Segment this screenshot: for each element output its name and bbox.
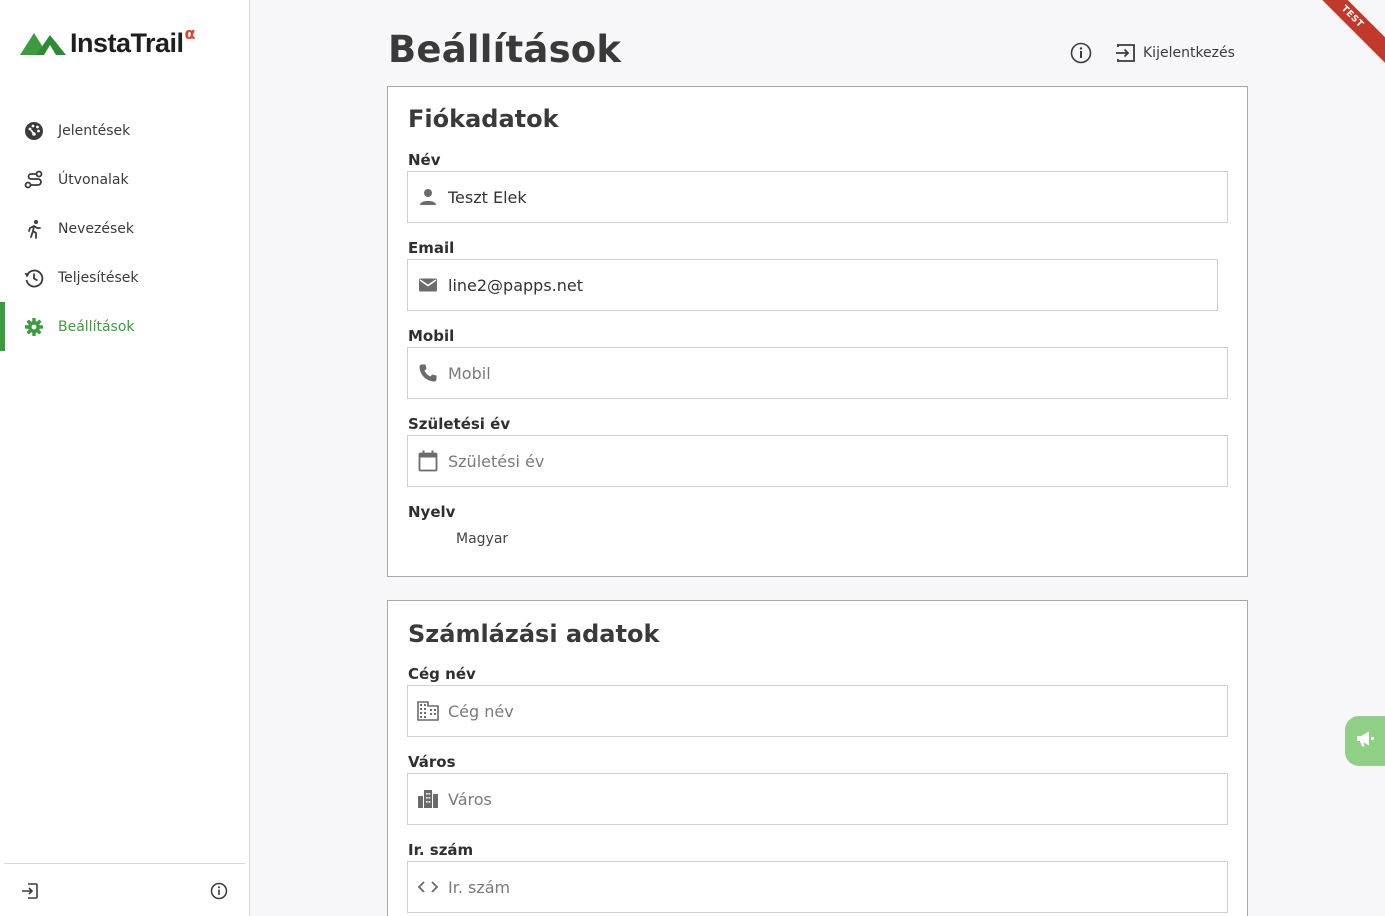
calendar-icon bbox=[417, 450, 439, 472]
sidebar-item-label: Útvonalak bbox=[58, 171, 129, 188]
company-name-field[interactable] bbox=[407, 685, 1228, 737]
sidebar-item-label: Jelentések bbox=[58, 122, 131, 139]
logout-icon[interactable] bbox=[20, 881, 40, 901]
mountain-logo-icon bbox=[20, 33, 66, 55]
language-select[interactable]: Magyar bbox=[456, 531, 508, 547]
building-icon bbox=[417, 700, 439, 722]
zip-input[interactable] bbox=[448, 877, 1208, 897]
sidebar-item-label: Teljesítések bbox=[58, 269, 139, 286]
app-logo-text: InstaTrail bbox=[70, 27, 184, 58]
sidebar-item-routes[interactable]: Útvonalak bbox=[0, 155, 249, 204]
sidebar-item-completions[interactable]: Teljesítések bbox=[0, 253, 249, 302]
logout-label: Kijelentkezés bbox=[1143, 45, 1235, 61]
language-label: Nyelv bbox=[408, 503, 456, 521]
sidebar-nav: Jelentések Útvonalak Nevezések Teljesíté… bbox=[0, 106, 249, 351]
sidebar-item-settings[interactable]: Beállítások bbox=[0, 302, 249, 351]
page-title: Beállítások bbox=[388, 28, 622, 71]
email-label: Email bbox=[408, 239, 455, 257]
city-input[interactable] bbox=[448, 789, 1208, 809]
gear-icon bbox=[24, 317, 44, 337]
megaphone-icon bbox=[1355, 730, 1375, 752]
route-icon bbox=[24, 170, 44, 190]
feedback-button[interactable] bbox=[1345, 716, 1385, 766]
sidebar-item-entries[interactable]: Nevezések bbox=[0, 204, 249, 253]
phone-icon bbox=[417, 362, 439, 384]
company-name-label: Cég név bbox=[408, 665, 476, 683]
name-field[interactable] bbox=[407, 171, 1228, 223]
mobile-input[interactable] bbox=[448, 363, 1208, 383]
birth-year-label: Születési év bbox=[408, 415, 511, 433]
sidebar: InstaTrail α Jelentések Útvonalak Nevezé… bbox=[0, 0, 250, 916]
company-name-input[interactable] bbox=[448, 701, 1208, 721]
billing-card-title: Számlázási adatok bbox=[408, 620, 660, 648]
birth-year-field[interactable] bbox=[407, 435, 1228, 487]
email-input[interactable] bbox=[448, 275, 1208, 295]
name-label: Név bbox=[408, 151, 441, 169]
account-card: Fiókadatok Név Email Mobil Születési év … bbox=[387, 86, 1248, 577]
info-icon[interactable] bbox=[209, 881, 229, 901]
mail-icon bbox=[417, 274, 439, 296]
city-field[interactable] bbox=[407, 773, 1228, 825]
email-field[interactable] bbox=[407, 259, 1218, 311]
sidebar-item-label: Nevezések bbox=[58, 220, 134, 237]
city-icon bbox=[417, 788, 439, 810]
mobile-field[interactable] bbox=[407, 347, 1228, 399]
runner-icon bbox=[24, 219, 44, 239]
code-icon bbox=[417, 876, 439, 898]
zip-field[interactable] bbox=[407, 861, 1228, 913]
mobile-label: Mobil bbox=[408, 327, 455, 345]
name-input[interactable] bbox=[448, 187, 1208, 207]
dashboard-gauge-icon bbox=[24, 121, 44, 141]
sidebar-item-reports[interactable]: Jelentések bbox=[0, 106, 249, 155]
app-logo[interactable]: InstaTrail α bbox=[20, 23, 196, 60]
alpha-badge: α bbox=[184, 23, 196, 43]
birth-year-input[interactable] bbox=[448, 451, 1208, 471]
logout-icon bbox=[1115, 42, 1137, 64]
logout-button[interactable]: Kijelentkezés bbox=[1115, 42, 1235, 64]
zip-label: Ir. szám bbox=[408, 841, 474, 859]
info-icon[interactable] bbox=[1070, 42, 1092, 64]
sidebar-item-label: Beállítások bbox=[58, 318, 135, 335]
account-card-title: Fiókadatok bbox=[408, 105, 559, 133]
test-env-ribbon: TEST bbox=[1299, 0, 1385, 70]
sidebar-footer bbox=[4, 863, 245, 916]
person-icon bbox=[417, 186, 439, 208]
city-label: Város bbox=[408, 753, 456, 771]
history-icon bbox=[24, 268, 44, 288]
billing-card: Számlázási adatok Cég név Város Ir. szám bbox=[387, 600, 1248, 916]
